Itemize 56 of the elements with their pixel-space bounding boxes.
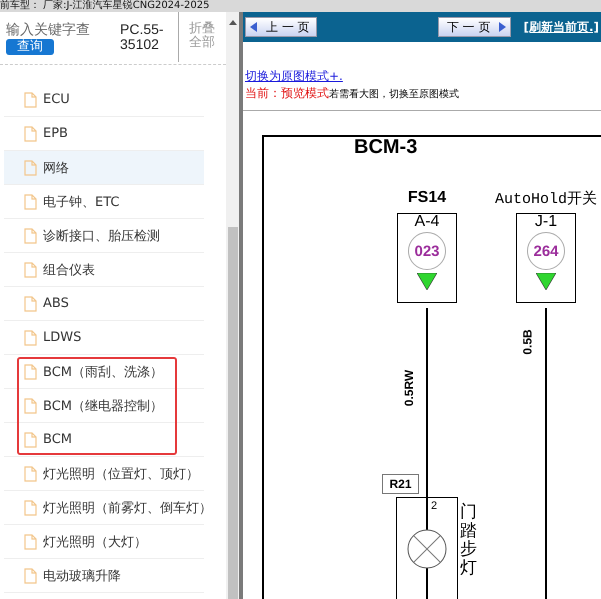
mode-switch-link[interactable]: 切换为原图模式+.	[245, 68, 343, 85]
sidebar-item[interactable]: 灯光照明（前雾灯、倒车灯）	[4, 491, 204, 525]
file-icon	[24, 364, 37, 380]
wire-label: 0.5B	[520, 329, 535, 355]
file-icon	[24, 126, 37, 142]
file-icon	[24, 92, 37, 108]
component-label: FS14	[408, 189, 446, 208]
sidebar-item[interactable]: LDWS	[4, 321, 204, 355]
sidebar-item[interactable]: BCM	[4, 423, 204, 457]
sidebar-item[interactable]: 灯光照明（大灯）	[4, 525, 204, 559]
terminal-icon	[536, 273, 556, 290]
sidebar-item[interactable]: 网络	[4, 151, 204, 185]
terminal-icon	[417, 273, 437, 290]
search-button[interactable]: 查询	[6, 39, 54, 55]
refresh-link[interactable]: [刷新当前页.]	[523, 18, 599, 36]
file-icon	[24, 330, 37, 346]
file-icon	[24, 398, 37, 414]
wire-label: 0.5RW	[402, 370, 416, 406]
pin-label: A-4	[414, 214, 440, 230]
sidebar-item[interactable]: ECU	[4, 83, 204, 117]
file-icon	[24, 500, 37, 516]
file-icon	[24, 160, 37, 176]
pin-number: 2	[431, 500, 438, 512]
component-label: AutoHold开关	[495, 190, 598, 210]
circuit-number: 023	[408, 232, 446, 270]
lamp-label: 门踏步灯	[460, 503, 477, 578]
previous-page-button[interactable]: 上 一 页	[245, 17, 317, 37]
diagram-title: BCM-3	[354, 136, 418, 159]
sidebar-item[interactable]: 诊断接口、胎压检测	[4, 219, 204, 253]
sidebar-item[interactable]: ABS	[4, 287, 204, 321]
sidebar-item[interactable]: 电子钟、ETC	[4, 185, 204, 219]
up-arrow-icon[interactable]	[229, 20, 237, 25]
scrollbar[interactable]	[226, 12, 239, 599]
mode-hint: 若需看大图，切换至原图模式	[329, 88, 459, 101]
file-icon	[24, 194, 37, 210]
splice-label: R21	[382, 474, 419, 494]
file-icon	[24, 466, 37, 482]
lamp-icon	[407, 529, 447, 569]
file-icon	[24, 568, 37, 584]
model-code: PC.55-35102	[120, 12, 179, 62]
right-arrow-icon	[498, 22, 506, 32]
sidebar-item[interactable]: 组合仪表	[4, 253, 204, 287]
pin-label: J-1	[534, 214, 558, 230]
mode-status: 当前：预览模式	[245, 85, 329, 102]
sidebar-item[interactable]: 灯光照明（位置灯、顶灯）	[4, 457, 204, 491]
sidebar-item[interactable]: 电动玻璃升降	[4, 559, 204, 593]
left-arrow-icon	[250, 22, 258, 32]
file-icon	[24, 262, 37, 278]
sidebar-item[interactable]: BCM（雨刮、洗涤）	[4, 355, 204, 389]
file-icon	[24, 534, 37, 550]
file-icon	[24, 296, 37, 312]
file-icon	[24, 432, 37, 448]
file-icon	[24, 228, 37, 244]
next-page-button[interactable]: 下 一 页	[438, 17, 512, 37]
sidebar-item[interactable]: BCM（继电器控制）	[4, 389, 204, 423]
circuit-number: 264	[527, 232, 565, 270]
